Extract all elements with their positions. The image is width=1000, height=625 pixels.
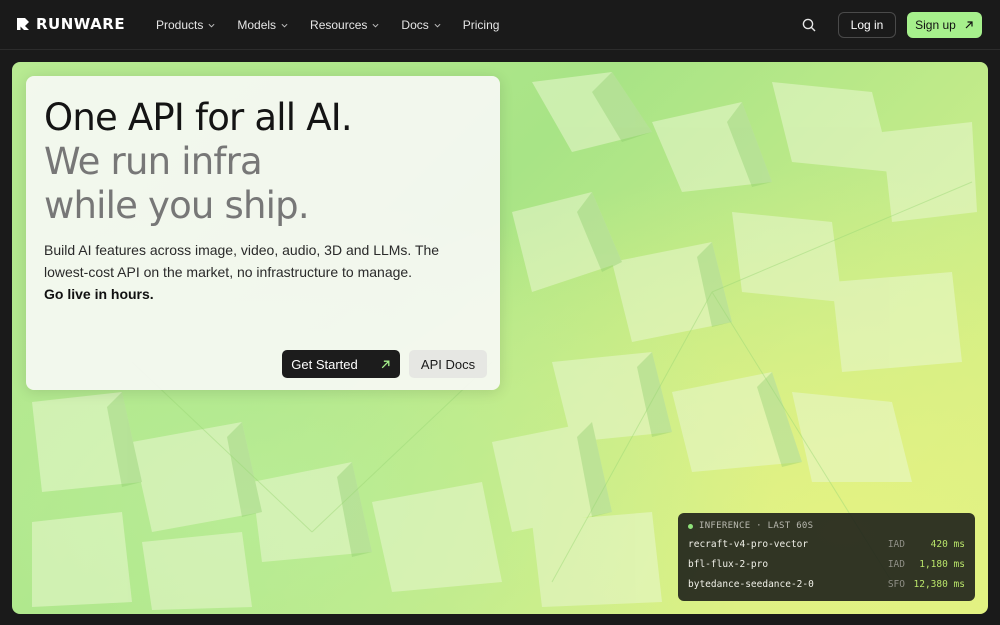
- inference-header: INFERENCE · LAST 60S: [688, 521, 813, 531]
- search-icon[interactable]: [801, 17, 817, 33]
- inference-row: recraft-v4-pro-vector IAD 420 ms: [688, 537, 965, 551]
- status-dot-icon: [688, 523, 693, 529]
- nav-item-docs[interactable]: Docs: [401, 18, 441, 32]
- inference-row: bfl-flux-2-pro IAD 1,180 ms: [688, 557, 965, 571]
- region-code: SFO: [887, 578, 905, 590]
- hero-section: One API for all AI. We run infra while y…: [12, 62, 988, 614]
- hero-subheadline-line-2: while you ship.: [44, 184, 310, 227]
- arrow-up-right-icon: [381, 360, 390, 368]
- get-started-label: Get Started: [291, 356, 358, 372]
- login-label: Log in: [850, 18, 884, 32]
- hero-description-bold: Go live in hours.: [44, 286, 154, 302]
- top-nav: RUNWARE Products Models Resources Docs P…: [0, 0, 1000, 50]
- nav-item-label: Resources: [310, 18, 368, 32]
- chevron-down-icon: [208, 23, 215, 28]
- inference-panel: INFERENCE · LAST 60S recraft-v4-pro-vect…: [678, 513, 975, 601]
- chevron-down-icon: [281, 23, 288, 28]
- latency-value: 420 ms: [930, 538, 965, 550]
- brand-name: RUNWARE: [36, 15, 126, 33]
- runware-logo-icon: [17, 18, 29, 30]
- region-code: IAD: [887, 558, 905, 570]
- inference-row: bytedance-seedance-2-0 SFO 12,380 ms: [688, 577, 965, 591]
- signup-label: Sign up: [915, 18, 956, 32]
- nav-item-label: Products: [156, 18, 204, 32]
- nav-item-label: Models: [237, 18, 277, 32]
- main-menu: Products Models Resources Docs Pricing: [156, 0, 521, 50]
- region-code: IAD: [887, 538, 905, 550]
- nav-item-resources[interactable]: Resources: [310, 18, 379, 32]
- hero-card: One API for all AI. We run infra while y…: [26, 76, 500, 390]
- get-started-button[interactable]: Get Started: [282, 350, 400, 378]
- nav-item-label: Docs: [401, 18, 429, 32]
- hero-subheadline-line-1: We run infra: [44, 140, 263, 183]
- chevron-down-icon: [372, 23, 379, 28]
- nav-item-products[interactable]: Products: [156, 18, 215, 32]
- model-name: recraft-v4-pro-vector: [688, 538, 809, 550]
- chevron-down-icon: [434, 23, 441, 28]
- nav-item-models[interactable]: Models: [237, 18, 288, 32]
- hero-headline: One API for all AI.: [44, 96, 353, 139]
- model-name: bytedance-seedance-2-0: [688, 578, 814, 590]
- api-docs-button[interactable]: API Docs: [409, 350, 487, 378]
- login-button[interactable]: Log in: [838, 12, 896, 38]
- nav-item-pricing[interactable]: Pricing: [463, 18, 500, 32]
- brand-logo[interactable]: RUNWARE: [16, 15, 125, 33]
- nav-item-label: Pricing: [462, 18, 500, 32]
- hero-description: Build AI features across image, video, a…: [44, 242, 440, 280]
- model-name: bfl-flux-2-pro: [688, 558, 769, 570]
- latency-value: 1,180 ms: [919, 558, 965, 570]
- arrow-up-right-icon: [965, 21, 973, 29]
- signup-button[interactable]: Sign up: [907, 12, 982, 38]
- api-docs-label: API Docs: [420, 356, 476, 372]
- inference-header-label: INFERENCE · LAST 60S: [699, 521, 814, 531]
- latency-value: 12,380 ms: [913, 578, 965, 590]
